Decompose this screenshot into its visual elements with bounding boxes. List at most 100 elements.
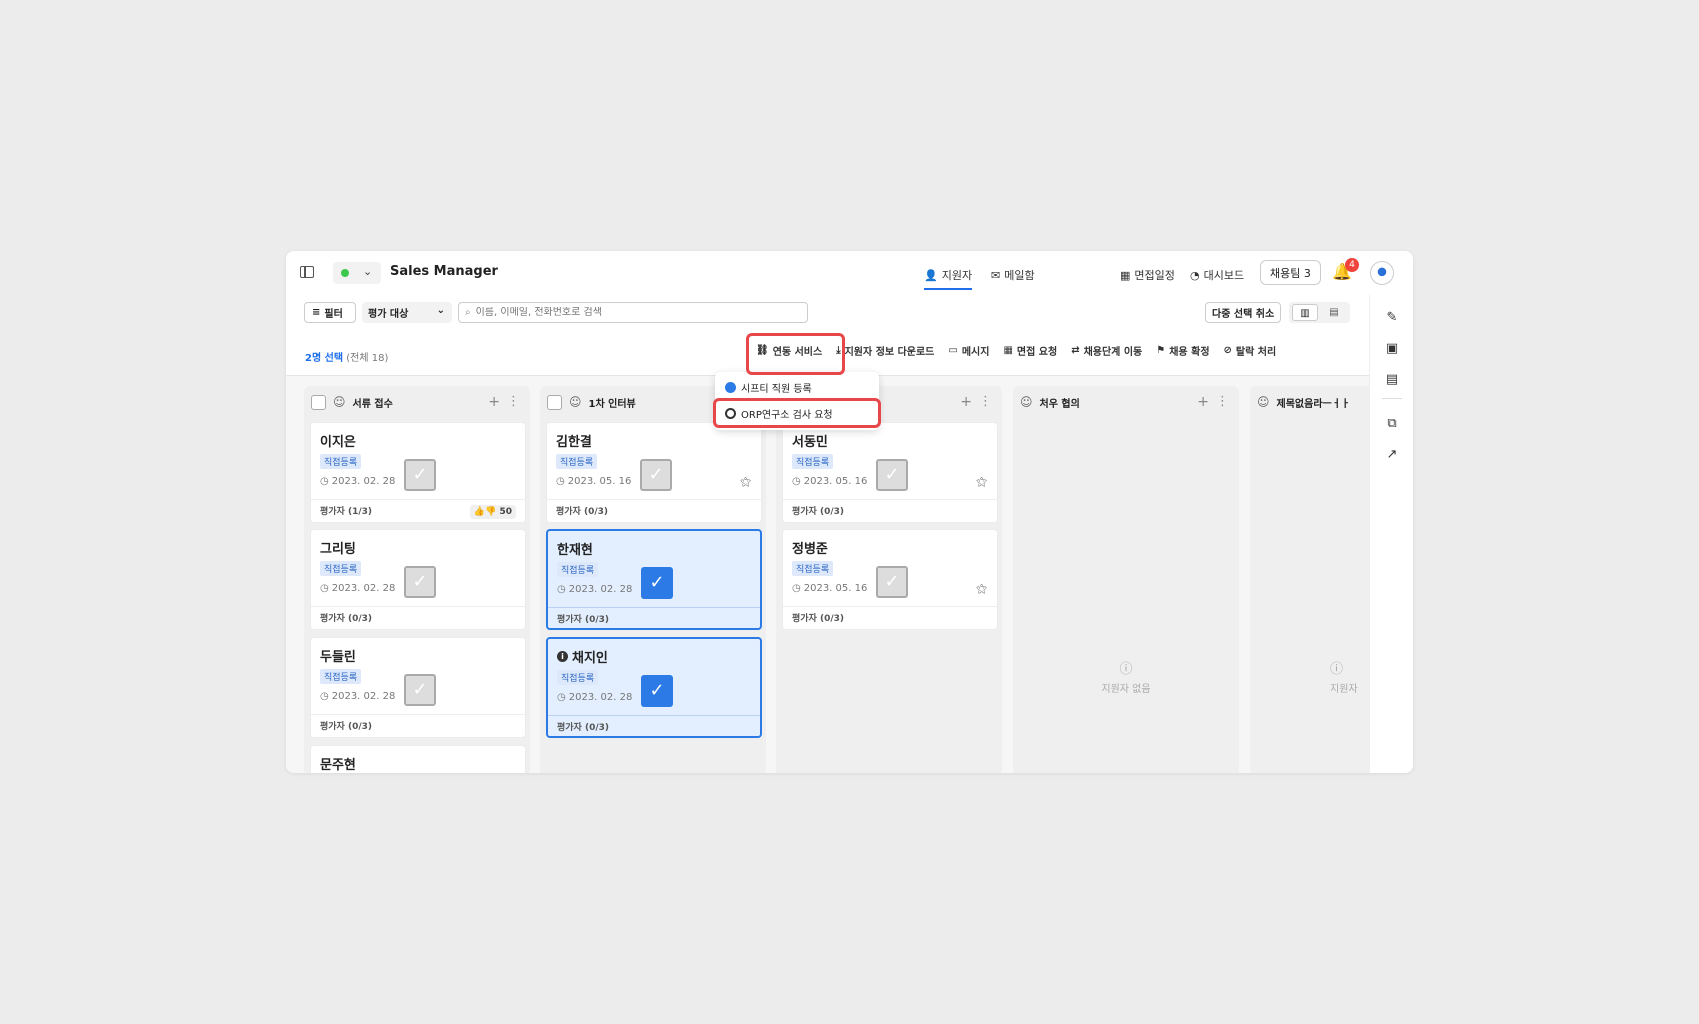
more-icon[interactable]: ⋮ [1216, 394, 1229, 409]
calendar-icon: ▦ [1120, 268, 1131, 282]
ban-icon: ⊘ [1223, 344, 1232, 356]
dashboard-icon: ◔ [1190, 268, 1200, 282]
applicant-name: 한재현 [557, 543, 593, 558]
integration-service-button[interactable]: ⛓ 연동 서비스 [756, 343, 822, 358]
emoji-icon[interactable]: ☺ [569, 395, 582, 409]
status-select[interactable]: ⌄ [333, 262, 381, 284]
applicant-card-selected[interactable]: i 채지인 직접등록 ◷ 2023. 02. 28 ✓ 평가자 (0/3) [546, 637, 762, 738]
calendar-icon: ▦ [1003, 344, 1013, 356]
eval-select-value: 평가 대상 [368, 309, 409, 320]
download-icon: ⤓ [836, 344, 841, 356]
clock-icon: ◷ [320, 476, 329, 487]
source-tag: 직접등록 [320, 561, 362, 576]
empty-state: ⓘ 지원자 없음 [1013, 658, 1239, 695]
action-label: 메시지 [961, 346, 990, 358]
card-checkbox[interactable]: ✓ [404, 566, 436, 598]
confirm-hire-button[interactable]: ⚑ 채용 확정 [1156, 343, 1209, 358]
empty-text: 지원자 없음 [1101, 684, 1151, 695]
card-checkbox[interactable]: ✓ [640, 459, 672, 491]
message-button[interactable]: ▭ 메시지 [948, 343, 989, 358]
applicant-card-selected[interactable]: 한재현 직접등록 ◷ 2023. 02. 28 ✓ 평가자 (0/3) [546, 529, 762, 630]
multi-select-cancel-button[interactable]: 다중 선택 취소 [1205, 302, 1282, 323]
sidebar-toggle-icon[interactable] [300, 266, 314, 278]
source-tag: 직접등록 [792, 454, 834, 469]
download-info-button[interactable]: ⤓ 지원자 정보 다운로드 [836, 343, 934, 358]
card-footer: 평가자 (0/3) [311, 714, 525, 738]
column-checkbox[interactable] [547, 394, 562, 410]
applicant-name: 그리팅 [320, 542, 356, 557]
more-icon[interactable]: ⋮ [507, 394, 520, 409]
move-stage-button[interactable]: ⇄ 채용단계 이동 [1071, 343, 1142, 358]
chevron-down-icon: ⌄ [363, 265, 373, 278]
add-icon[interactable]: + [960, 394, 972, 410]
board-view-icon[interactable]: ▥ [1292, 304, 1318, 321]
column-checkbox[interactable] [311, 394, 326, 410]
nav-interview-schedule[interactable]: ▦ 면접일정 [1120, 265, 1175, 285]
info-icon: ⓘ [1330, 662, 1344, 677]
applicant-card[interactable]: 이지은 직접등록 ◷ 2023. 02. 28 ✓ 평가자 (1/3) 👍👎 50 [310, 422, 526, 523]
magic-wand-icon[interactable]: ⚝ [976, 582, 987, 596]
applicant-name: 채지인 [572, 651, 608, 666]
nav-label: 지원자 [941, 269, 973, 282]
applicant-card[interactable]: 그리팅 직접등록 ◷ 2023. 02. 28 ✓ 평가자 (0/3) [310, 529, 526, 630]
nav-mailbox[interactable]: ✉ 메일함 [991, 265, 1035, 285]
card-checkbox-checked[interactable]: ✓ [641, 567, 673, 599]
applicant-card[interactable]: 김한결 직접등록 ◷ 2023. 05. 16 ✓ ⚝ 평가자 (0/3) [546, 422, 762, 523]
applicant-name: 이지은 [320, 435, 356, 450]
team-button[interactable]: 채용팀 3 [1260, 260, 1321, 285]
avatar[interactable] [1370, 261, 1394, 285]
status-dot [341, 269, 349, 277]
page-title: Sales Manager [390, 264, 498, 279]
action-label: 지원자 정보 다운로드 [844, 346, 935, 358]
applicant-card[interactable]: 정병준 직접등록 ◷ 2023. 05. 16 ✓ ⚝ 평가자 (0/3) [782, 529, 998, 630]
table-view-icon[interactable]: ▤ [1321, 304, 1347, 321]
applicant-card[interactable]: 두들린 직접등록 ◷ 2023. 02. 28 ✓ 평가자 (0/3) [310, 637, 526, 738]
emoji-icon[interactable]: ☺ [1020, 395, 1033, 409]
link-icon: ⛓ [756, 344, 769, 356]
evaluator-count: 평가자 (0/3) [792, 614, 845, 624]
source-tag: 직접등록 [792, 561, 834, 576]
magic-wand-icon[interactable]: ⚝ [976, 475, 987, 489]
emoji-icon[interactable]: ☺ [333, 395, 346, 409]
interview-request-button[interactable]: ▦ 면접 요청 [1003, 343, 1057, 358]
applicant-card[interactable]: 문주현 [310, 745, 526, 773]
inbox-icon[interactable]: ▣ [1384, 341, 1400, 357]
filter-icon: ≡ [312, 307, 321, 318]
card-footer: 평가자 (0/3) [783, 499, 997, 523]
card-checkbox[interactable]: ✓ [404, 459, 436, 491]
filter-button[interactable]: ≡ 필터 [304, 302, 356, 323]
bulk-actions: ⛓ 연동 서비스 ⤓ 지원자 정보 다운로드 ▭ 메시지 ▦ 면접 요청 ⇄ 채… [756, 338, 1290, 362]
applicant-name: 김한결 [556, 435, 592, 450]
magic-wand-icon[interactable]: ⚝ [740, 475, 751, 489]
emoji-icon[interactable]: ☺ [1257, 395, 1270, 409]
add-icon[interactable]: + [488, 394, 500, 410]
clock-icon: ◷ [556, 476, 565, 487]
card-checkbox[interactable]: ✓ [876, 459, 908, 491]
dropdown-item-orp[interactable]: ORP연구소 검사 요청 [725, 404, 833, 422]
card-checkbox[interactable]: ✓ [404, 674, 436, 706]
nav-applicants[interactable]: 👤 지원자 [924, 265, 973, 290]
dropdown-label: 시프티 직원 등록 [741, 383, 812, 395]
column-document-received: ☺ 서류 접수 + ⋮ 이지은 직접등록 ◷ 2023. 02. 28 ✓ 평가자… [304, 386, 530, 773]
total-count: (전체 18) [346, 353, 389, 364]
reject-button[interactable]: ⊘ 탈락 처리 [1224, 343, 1277, 358]
eval-target-select[interactable]: 평가 대상 ⌄ [362, 302, 452, 323]
copy-icon[interactable]: ⧉ [1384, 416, 1400, 432]
search-input[interactable] [475, 307, 776, 318]
evaluator-count: 평가자 (0/3) [320, 614, 373, 624]
action-label: 탈락 처리 [1235, 346, 1277, 358]
external-link-icon[interactable]: ↗ [1384, 447, 1400, 463]
chart-icon[interactable]: ▤ [1384, 372, 1400, 388]
edit-icon[interactable]: ✎ [1384, 310, 1400, 326]
column-third: + ⋮ 서동민 직접등록 ◷ 2023. 05. 16 ✓ ⚝ 평가자 (0/3)… [776, 386, 1002, 773]
more-icon[interactable]: ⋮ [979, 394, 992, 409]
add-icon[interactable]: + [1197, 394, 1209, 410]
kanban-board: ☺ 서류 접수 + ⋮ 이지은 직접등록 ◷ 2023. 02. 28 ✓ 평가자… [286, 376, 1369, 773]
card-checkbox[interactable]: ✓ [876, 566, 908, 598]
applicant-card[interactable]: 서동민 직접등록 ◷ 2023. 05. 16 ✓ ⚝ 평가자 (0/3) [782, 422, 998, 523]
nav-dashboard[interactable]: ◔ 대시보드 [1190, 265, 1244, 285]
dropdown-item-shift[interactable]: 시프티 직원 등록 [725, 378, 812, 396]
info-icon: i [557, 651, 568, 662]
applied-date: ◷ 2023. 02. 28 [320, 476, 395, 487]
card-checkbox-checked[interactable]: ✓ [641, 675, 673, 707]
